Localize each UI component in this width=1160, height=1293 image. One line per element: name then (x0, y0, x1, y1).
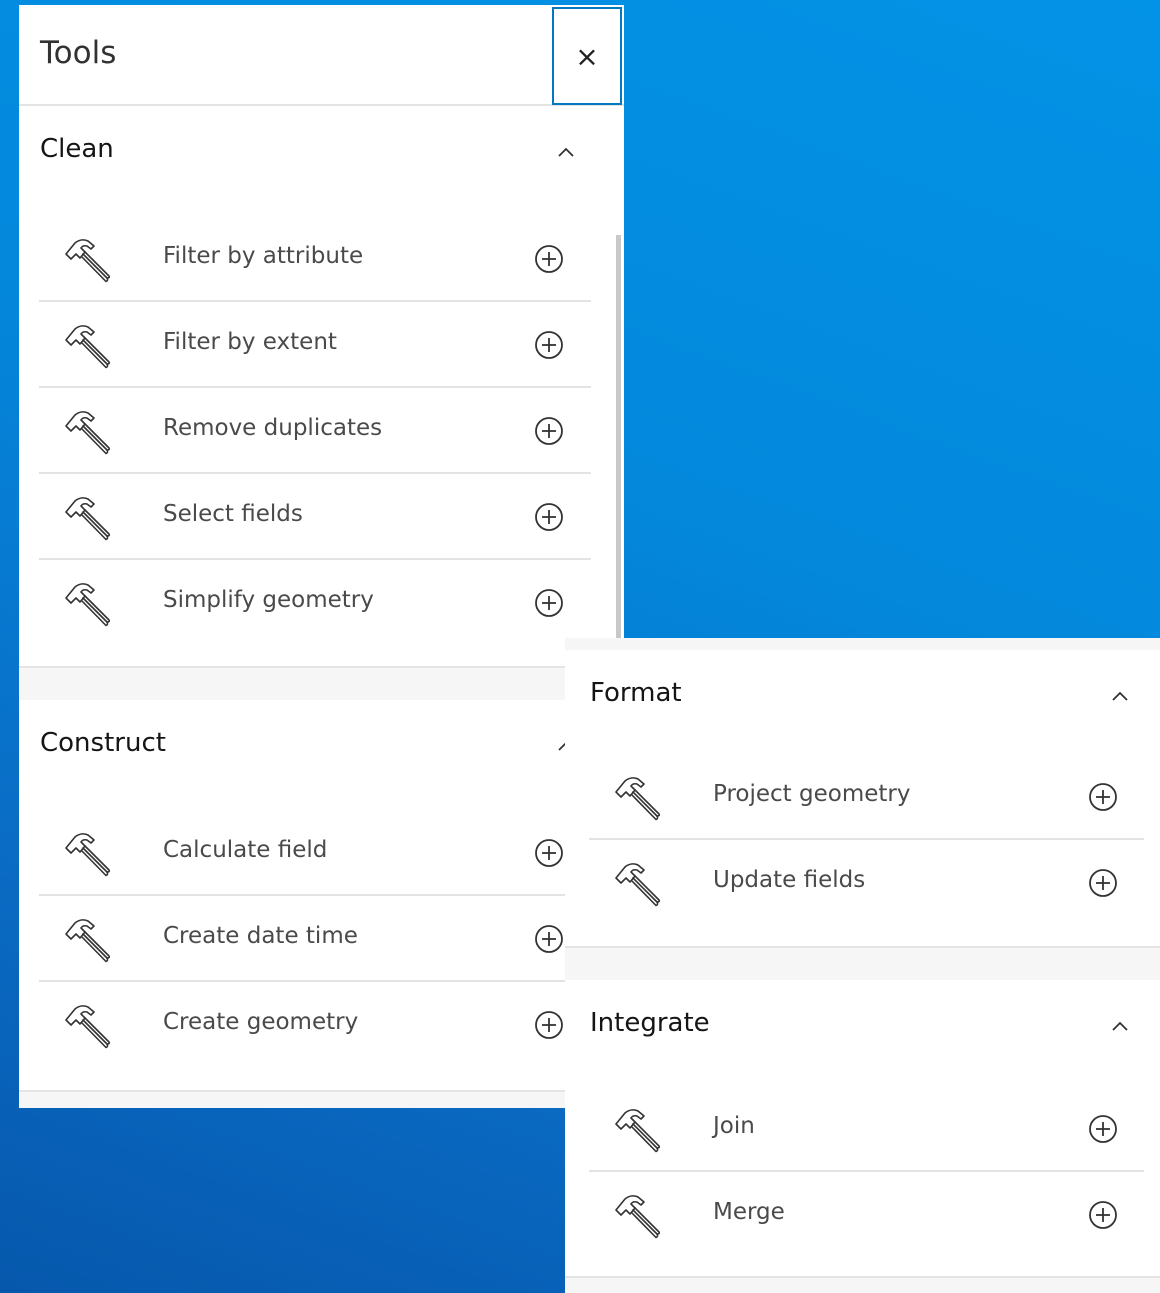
hammer-icon (61, 826, 113, 878)
tool-item-label: Merge (713, 1199, 785, 1225)
tool-item-select-fields[interactable]: Select fields (39, 474, 591, 560)
group-construct: Construct Calculate field Create date ti… (19, 700, 624, 1068)
add-tool-button[interactable] (533, 329, 565, 361)
list-construct: Calculate field Create date time Create … (19, 786, 591, 1068)
group-header-construct[interactable]: Construct (19, 700, 624, 786)
tool-item-calculate-field[interactable]: Calculate field (39, 810, 591, 896)
hammer-icon (61, 232, 113, 284)
scrollbar[interactable] (616, 235, 621, 645)
chevron-up-icon[interactable] (555, 142, 577, 164)
tool-item-label: Project geometry (713, 781, 911, 807)
panel-title: Tools (40, 35, 117, 71)
group-title-construct: Construct (40, 728, 166, 758)
tool-item-label: Select fields (163, 501, 303, 527)
tool-item-join[interactable]: Join (589, 1086, 1144, 1172)
hammer-icon (61, 998, 113, 1050)
tool-item-create-geometry[interactable]: Create geometry (39, 982, 591, 1068)
hammer-icon (61, 490, 113, 542)
hammer-icon (611, 1188, 663, 1240)
add-tool-button[interactable] (533, 923, 565, 955)
hammer-icon (611, 770, 663, 822)
group-format: Format Project geometry Update fields (565, 650, 1160, 926)
list-clean: Filter by attribute Filter by extent Rem… (19, 192, 591, 646)
close-icon: × (575, 39, 599, 73)
tool-item-project-geometry[interactable]: Project geometry (589, 754, 1144, 840)
tool-item-label: Update fields (713, 867, 866, 893)
tool-item-filter-by-attribute[interactable]: Filter by attribute (39, 216, 591, 302)
group-header-format[interactable]: Format (565, 650, 1160, 734)
hammer-icon (61, 404, 113, 456)
tool-item-label: Filter by attribute (163, 243, 364, 269)
tool-item-update-fields[interactable]: Update fields (589, 840, 1144, 926)
tool-item-create-date-time[interactable]: Create date time (39, 896, 591, 982)
tool-item-merge[interactable]: Merge (589, 1172, 1144, 1258)
add-tool-button[interactable] (1087, 867, 1119, 899)
hammer-icon (61, 912, 113, 964)
group-separator (19, 666, 624, 700)
tools-panel: Tools × Clean Filter by attribute Filter… (19, 5, 624, 1108)
tools-header: Tools × (19, 5, 624, 106)
tool-item-remove-duplicates[interactable]: Remove duplicates (39, 388, 591, 474)
list-format: Project geometry Update fields (565, 734, 1144, 926)
tool-item-label: Create date time (163, 923, 358, 949)
add-tool-button[interactable] (1087, 1199, 1119, 1231)
close-button[interactable]: × (552, 7, 622, 105)
group-separator (19, 1090, 624, 1108)
chevron-up-icon[interactable] (1109, 686, 1131, 708)
add-tool-button[interactable] (533, 837, 565, 869)
add-tool-button[interactable] (533, 587, 565, 619)
group-title-integrate: Integrate (590, 1008, 710, 1038)
group-clean: Clean Filter by attribute Filter by exte… (19, 106, 624, 646)
tool-item-label: Remove duplicates (163, 415, 383, 441)
tool-item-label: Calculate field (163, 837, 328, 863)
hammer-icon (611, 856, 663, 908)
group-separator (565, 946, 1160, 980)
tool-item-label: Join (713, 1113, 755, 1139)
add-tool-button[interactable] (533, 415, 565, 447)
hammer-icon (61, 576, 113, 628)
tool-item-simplify-geometry[interactable]: Simplify geometry (39, 560, 591, 646)
add-tool-button[interactable] (1087, 781, 1119, 813)
hammer-icon (61, 318, 113, 370)
group-title-clean: Clean (40, 134, 114, 164)
group-separator (565, 638, 1160, 650)
tool-item-label: Create geometry (163, 1009, 359, 1035)
add-tool-button[interactable] (533, 243, 565, 275)
scrollbar-thumb[interactable] (616, 235, 621, 645)
add-tool-button[interactable] (533, 1009, 565, 1041)
list-integrate: Join Merge (565, 1064, 1144, 1258)
tool-item-label: Simplify geometry (163, 587, 374, 613)
group-integrate: Integrate Join Merge (565, 980, 1160, 1258)
group-separator (565, 1276, 1160, 1293)
tool-item-filter-by-extent[interactable]: Filter by extent (39, 302, 591, 388)
group-title-format: Format (590, 678, 682, 708)
chevron-up-icon[interactable] (1109, 1016, 1131, 1038)
add-tool-button[interactable] (533, 501, 565, 533)
hammer-icon (611, 1102, 663, 1154)
group-header-integrate[interactable]: Integrate (565, 980, 1160, 1064)
tools-panel-scrolled: Format Project geometry Update fields In… (565, 638, 1160, 1293)
tool-item-label: Filter by extent (163, 329, 337, 355)
group-header-clean[interactable]: Clean (19, 106, 624, 192)
add-tool-button[interactable] (1087, 1113, 1119, 1145)
